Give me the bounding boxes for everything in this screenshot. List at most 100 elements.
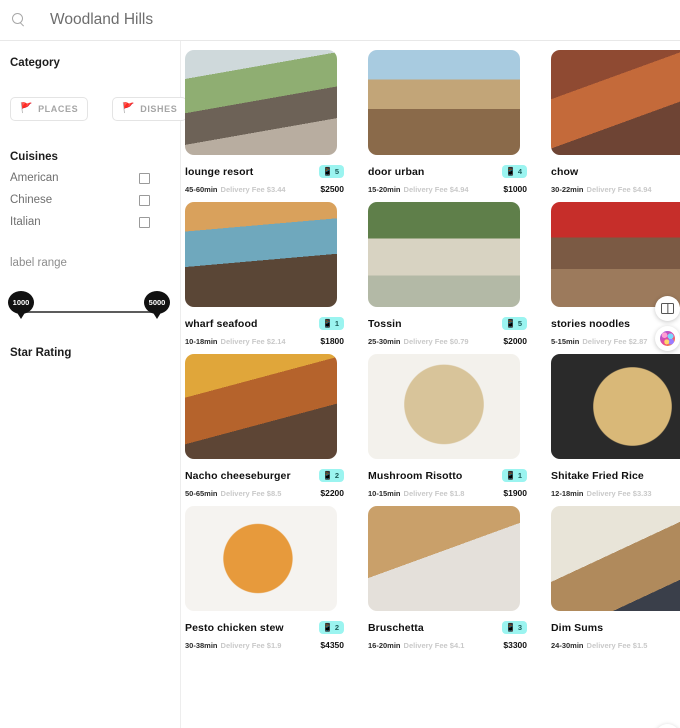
- delivery-fee: Delivery Fee $3.33: [586, 489, 652, 498]
- card-image[interactable]: [185, 50, 337, 155]
- book-icon-button[interactable]: [655, 724, 680, 728]
- delivery-fee: Delivery Fee $8.5: [220, 489, 282, 498]
- search-input[interactable]: [50, 11, 350, 29]
- card-image[interactable]: [551, 202, 680, 307]
- rating-badge: 📱 2: [318, 469, 344, 482]
- delivery-fee: Delivery Fee $0.79: [403, 337, 469, 346]
- card-details: 50-65min Delivery Fee $8.5 $2200: [185, 488, 352, 498]
- cuisine-row-american[interactable]: American: [10, 167, 170, 189]
- card-price: $1800: [320, 336, 344, 346]
- slider-track[interactable]: [21, 311, 157, 313]
- card-image[interactable]: [368, 506, 520, 611]
- delivery-time: 30-22min: [551, 185, 584, 194]
- card-details: 15-20min Delivery Fee $4.94 $1000: [368, 184, 535, 194]
- delivery-fee: Delivery Fee $4.1: [403, 641, 465, 650]
- cuisine-row-italian[interactable]: Italian: [10, 211, 170, 233]
- cuisine-checkbox-american[interactable]: [139, 172, 150, 184]
- card-header: wharf seafood 📱 1: [185, 317, 352, 330]
- card-price: $3300: [503, 640, 527, 650]
- rating-icon: 📱: [322, 470, 333, 480]
- rating-value: 1: [517, 471, 522, 480]
- card-header: lounge resort 📱 5: [185, 165, 352, 178]
- delivery-time: 10-15min: [368, 489, 401, 498]
- price-range-slider[interactable]: 1000 5000: [8, 291, 170, 321]
- card-details: 30-38min Delivery Fee $1.9 $4350: [185, 640, 352, 650]
- dishes-button[interactable]: 🚩 DISHES: [112, 97, 188, 121]
- book-icon: [661, 303, 674, 314]
- rating-icon: 📱: [505, 166, 516, 176]
- rating-badge: 📱 4: [501, 165, 527, 178]
- rating-badge: 📱 5: [318, 165, 344, 178]
- slider-handle-min[interactable]: [18, 308, 25, 315]
- slider-handle-max[interactable]: [153, 308, 160, 315]
- card-delivery: 30-38min Delivery Fee $1.9: [185, 641, 281, 650]
- delivery-time: 5-15min: [551, 337, 580, 346]
- card-header: Nacho cheeseburger 📱 2: [185, 469, 352, 482]
- range-title: label range: [10, 257, 67, 269]
- card-image[interactable]: [551, 506, 680, 611]
- rating-value: 2: [334, 471, 339, 480]
- result-card[interactable]: lounge resort 📱 5 45-60min Delivery Fee $3.4…: [185, 50, 352, 194]
- card-details: 24-30minDelivery Fee $1.5$4: [551, 640, 680, 650]
- cuisine-checkbox-chinese[interactable]: [139, 194, 150, 206]
- card-details: 10-18min Delivery Fee $2.14 $1800: [185, 336, 352, 346]
- delivery-time: 45-60min: [185, 185, 218, 194]
- card-delivery: 25-30min Delivery Fee $0.79: [368, 337, 469, 346]
- orb-icon-button[interactable]: [655, 326, 680, 351]
- delivery-time: 25-30min: [368, 337, 401, 346]
- places-label: PLACES: [38, 104, 79, 114]
- delivery-time: 24-30min: [551, 641, 584, 650]
- category-title: Category: [10, 57, 60, 69]
- result-card[interactable]: Mushroom Risotto 📱 1 10-15min Delivery Fee $…: [368, 354, 535, 498]
- result-card[interactable]: Nacho cheeseburger 📱 2 50-65min Delivery Fee…: [185, 354, 352, 498]
- card-image[interactable]: [551, 50, 680, 155]
- rating-value: 4: [517, 167, 522, 176]
- card-delivery: 30-22min Delivery Fee $4.94: [551, 185, 652, 194]
- result-card[interactable]: Shitake Fried Rice📱4 12-18minDelivery Fee…: [551, 354, 680, 498]
- results-area: lounge resort 📱 5 45-60min Delivery Fee $3.4…: [181, 41, 680, 728]
- card-image[interactable]: [368, 354, 520, 459]
- card-price: $1000: [503, 184, 527, 194]
- page-body: Category 🚩 PLACES 🚩 DISHES Cuisines Amer…: [0, 41, 680, 728]
- delivery-time: 16-20min: [368, 641, 401, 650]
- search-header: [0, 0, 680, 41]
- result-card[interactable]: chow📱2 30-22minDelivery Fee $4.94$2000: [551, 50, 680, 194]
- result-card[interactable]: door urban 📱 4 15-20min Delivery Fee $4.94 $1…: [368, 50, 535, 194]
- rating-icon: 📱: [322, 318, 333, 328]
- card-title: door urban: [368, 165, 425, 178]
- delivery-fee: Delivery Fee $4.94: [586, 185, 652, 194]
- card-details: 25-30min Delivery Fee $0.79 $2000: [368, 336, 535, 346]
- card-image[interactable]: [368, 202, 520, 307]
- filters-sidebar: Category 🚩 PLACES 🚩 DISHES Cuisines Amer…: [0, 41, 188, 728]
- delivery-time: 15-20min: [368, 185, 401, 194]
- rating-badge: 📱 2: [318, 621, 344, 634]
- result-card[interactable]: Bruschetta 📱 3 16-20min Delivery Fee $4.1 $33…: [368, 506, 535, 650]
- result-card[interactable]: wharf seafood 📱 1 10-18min Delivery Fee $2.1…: [185, 202, 352, 346]
- rating-icon: 📱: [505, 470, 516, 480]
- places-button[interactable]: 🚩 PLACES: [10, 97, 89, 121]
- result-card[interactable]: Pesto chicken stew 📱 2 30-38min Delivery Fee…: [185, 506, 352, 650]
- search-icon: [12, 13, 26, 27]
- result-card[interactable]: Dim Sums📱4 24-30minDelivery Fee $1.5$4: [551, 506, 680, 650]
- book-icon-button[interactable]: [655, 296, 680, 321]
- card-image[interactable]: [185, 354, 337, 459]
- card-image[interactable]: [185, 202, 337, 307]
- orb-icon: [660, 331, 675, 346]
- delivery-time: 10-18min: [185, 337, 218, 346]
- rating-badge: 📱 1: [318, 317, 344, 330]
- rating-badge: 📱 1: [501, 469, 527, 482]
- delivery-time: 50-65min: [185, 489, 218, 498]
- card-price: $4350: [320, 640, 344, 650]
- card-price: $2200: [320, 488, 344, 498]
- card-image[interactable]: [551, 354, 680, 459]
- result-card[interactable]: Tossin 📱 5 25-30min Delivery Fee $0.79 $2000: [368, 202, 535, 346]
- rating-badge: 📱 5: [501, 317, 527, 330]
- card-delivery: 24-30min Delivery Fee $1.5: [551, 641, 647, 650]
- flag-icon: 🚩: [20, 103, 34, 114]
- card-image[interactable]: [368, 50, 520, 155]
- cuisine-row-chinese[interactable]: Chinese: [10, 189, 170, 211]
- result-card[interactable]: stories noodles📱55-15minDelivery Fee $2.…: [551, 202, 680, 346]
- delivery-fee: Delivery Fee $4.94: [403, 185, 469, 194]
- cuisine-checkbox-italian[interactable]: [139, 216, 150, 228]
- card-image[interactable]: [185, 506, 337, 611]
